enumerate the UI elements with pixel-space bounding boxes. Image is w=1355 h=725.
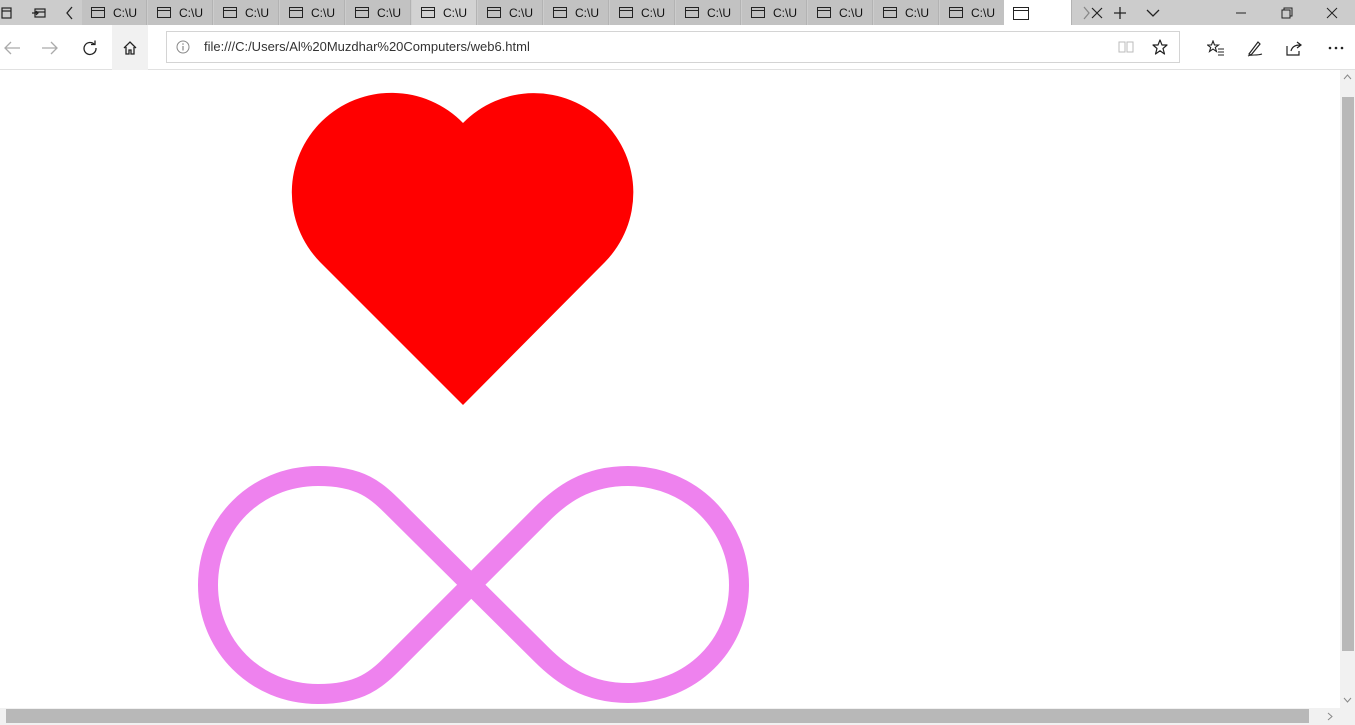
tab-label: C:\U [971, 5, 995, 20]
page-icon [91, 7, 105, 18]
home-icon [123, 40, 137, 55]
tab-label: C:\U [311, 5, 335, 20]
tab-list-button[interactable] [1140, 0, 1166, 25]
url-text[interactable]: file:///C:/Users/Al%20Muzdhar%20Computer… [204, 32, 530, 62]
address-bar[interactable]: file:///C:/Users/Al%20Muzdhar%20Computer… [166, 31, 1180, 63]
forward-arrow-icon [42, 41, 58, 54]
restore-icon [1281, 7, 1293, 18]
tab[interactable]: C:\U [478, 0, 543, 25]
page-icon [355, 7, 369, 18]
more-icon [1328, 46, 1344, 49]
vertical-scroll-thumb[interactable] [1342, 97, 1354, 651]
page-icon [883, 7, 897, 18]
share-icon [1286, 41, 1302, 56]
share-button[interactable] [1277, 25, 1313, 70]
page-content [0, 70, 1340, 708]
navigation-bar: file:///C:/Users/Al%20Muzdhar%20Computer… [0, 25, 1355, 70]
tab-label: C:\U [773, 5, 797, 20]
page-icon [619, 7, 633, 18]
tab[interactable]: C:\U [82, 0, 147, 25]
minimize-button[interactable] [1218, 0, 1264, 25]
web-notes-button[interactable] [1237, 25, 1273, 70]
page-icon [289, 7, 303, 18]
tab[interactable]: C:\U [940, 0, 1005, 25]
favorites-icon [1207, 39, 1224, 56]
close-icon [1326, 7, 1338, 18]
canvas [197, 92, 750, 705]
page-icon [157, 7, 171, 18]
add-favorite-button[interactable] [1145, 32, 1175, 62]
infinity-shape [197, 465, 750, 705]
tab-active[interactable] [1004, 0, 1103, 26]
restore-button[interactable] [1264, 0, 1310, 25]
page-icon [1013, 6, 1029, 20]
page-icon [223, 7, 237, 18]
tab-label: C:\U [839, 5, 863, 20]
tab-label: C:\U [641, 5, 665, 20]
tab[interactable]: C:\U [412, 0, 477, 25]
page-icon [685, 7, 699, 18]
tab-label: C:\U [575, 5, 599, 20]
refresh-icon [83, 40, 97, 55]
tab-label: C:\U [905, 5, 929, 20]
reading-view-button[interactable] [1111, 32, 1141, 62]
back-arrow-icon [4, 41, 20, 54]
star-icon [1152, 39, 1168, 55]
minimize-icon [1236, 12, 1246, 13]
page-icon [949, 7, 963, 18]
tab-label: C:\U [245, 5, 269, 20]
tab[interactable]: C:\U [808, 0, 873, 25]
plus-icon [1114, 6, 1126, 19]
close-window-button[interactable] [1309, 0, 1355, 25]
title-bar: C:\U C:\U C:\U C:\U C:\U C:\U C:\U C:\U C:\U C:\U… [0, 0, 1355, 26]
tab-label: C:\U [377, 5, 401, 20]
home-button[interactable] [112, 25, 148, 70]
tab[interactable]: C:\U [544, 0, 609, 25]
pen-icon [1247, 40, 1263, 56]
tab-label: C:\U [509, 5, 533, 20]
refresh-button[interactable] [72, 25, 108, 70]
tab[interactable]: C:\U [874, 0, 939, 25]
tab-label: C:\U [443, 5, 467, 20]
page-icon [553, 7, 567, 18]
scroll-down-icon[interactable] [1343, 697, 1352, 703]
page-icon [487, 7, 501, 18]
scroll-right-icon[interactable] [1327, 712, 1333, 721]
tab[interactable]: C:\U [346, 0, 411, 25]
heart-shape [291, 92, 634, 405]
tab-label: C:\U [113, 5, 137, 20]
chevron-down-icon [1146, 9, 1160, 17]
page-icon [751, 7, 765, 18]
horizontal-scrollbar[interactable] [0, 708, 1355, 725]
more-button[interactable] [1318, 25, 1354, 70]
info-icon[interactable] [176, 40, 190, 54]
back-button[interactable] [0, 25, 30, 70]
page-icon [817, 7, 831, 18]
tab[interactable]: C:\U [676, 0, 741, 25]
set-aside-icon [32, 7, 46, 18]
tab[interactable]: C:\U [742, 0, 807, 25]
scroll-tabs-right-button[interactable] [1074, 0, 1098, 25]
forward-button[interactable] [32, 25, 68, 70]
reading-view-icon [1118, 41, 1134, 53]
chevron-left-icon [66, 6, 73, 19]
scroll-up-icon[interactable] [1343, 74, 1352, 80]
favorites-hub-button[interactable] [1198, 25, 1234, 70]
tab[interactable]: C:\U [610, 0, 675, 25]
set-aside-button[interactable] [24, 0, 54, 25]
tab-label: C:\U [707, 5, 731, 20]
tab[interactable]: C:\U [148, 0, 213, 25]
tab[interactable]: C:\U [280, 0, 345, 25]
chevron-right-icon [1083, 6, 1090, 19]
new-tab-button[interactable] [1106, 0, 1134, 25]
tab[interactable]: C:\U [214, 0, 279, 25]
vertical-scrollbar[interactable] [1340, 70, 1355, 708]
tabs-aside-button[interactable] [0, 0, 16, 25]
page-icon [421, 7, 435, 18]
horizontal-scroll-thumb[interactable] [6, 709, 1309, 723]
tab-label: C:\U [179, 5, 203, 20]
scroll-tabs-left-button[interactable] [58, 0, 82, 25]
tab-aside-icon [1, 6, 12, 19]
